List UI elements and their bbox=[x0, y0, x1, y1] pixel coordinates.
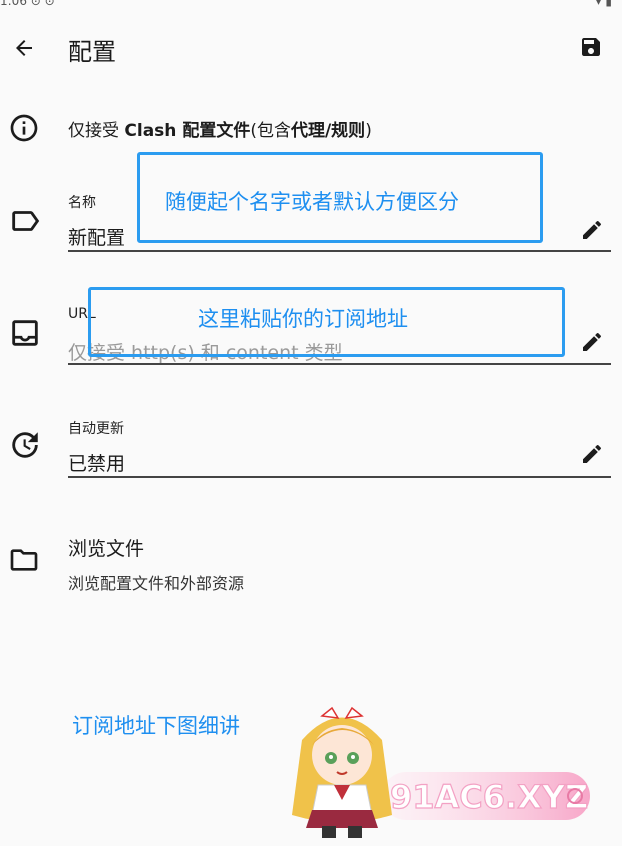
browse-title: 浏览文件 bbox=[68, 538, 145, 560]
folder-icon bbox=[10, 549, 38, 571]
status-bar: 1:06 ⊙ ⊙ ▾ ▮ bbox=[0, 0, 622, 8]
info-icon bbox=[10, 114, 38, 142]
pencil-icon bbox=[583, 220, 602, 239]
update-history-icon bbox=[12, 432, 38, 458]
page-title: 配置 bbox=[68, 38, 116, 66]
auto-update-value[interactable]: 已禁用 bbox=[68, 449, 125, 476]
svg-text:91AC6.XYZ: 91AC6.XYZ bbox=[390, 778, 588, 816]
back-button[interactable] bbox=[8, 32, 40, 64]
name-hint-text: 随便起个名字或者默认方便区分 bbox=[165, 190, 459, 214]
edit-auto-update-button[interactable] bbox=[578, 440, 606, 468]
save-icon bbox=[582, 38, 600, 56]
pencil-icon bbox=[583, 444, 602, 463]
auto-update-label: 自动更新 bbox=[68, 421, 124, 437]
edit-url-button[interactable] bbox=[578, 328, 606, 356]
info-row: 仅接受 Clash 配置文件(包含代理/规则) bbox=[0, 108, 622, 144]
edit-name-button[interactable] bbox=[578, 216, 606, 244]
info-text: 仅接受 Clash 配置文件(包含代理/规则) bbox=[68, 121, 372, 141]
url-underline bbox=[68, 363, 611, 365]
arrow-back-icon bbox=[16, 40, 32, 56]
status-right: ▾ ▮ bbox=[595, 0, 612, 8]
save-button[interactable] bbox=[576, 32, 606, 62]
name-value[interactable]: 新配置 bbox=[68, 223, 125, 250]
footer-note: 订阅地址下图细讲 bbox=[72, 714, 240, 738]
status-left: 1:06 ⊙ ⊙ bbox=[0, 0, 55, 8]
url-hint-text: 这里粘贴你的订阅地址 bbox=[198, 307, 408, 331]
name-label: 名称 bbox=[68, 195, 96, 211]
label-tag-icon bbox=[12, 211, 40, 231]
browse-subtitle: 浏览配置文件和外部资源 bbox=[68, 574, 245, 593]
app-bar: 配置 bbox=[0, 18, 622, 78]
auto-update-field[interactable]: 自动更新 已禁用 bbox=[0, 418, 622, 480]
browse-files-item[interactable]: 浏览文件 浏览配置文件和外部资源 bbox=[0, 530, 622, 600]
name-underline bbox=[68, 250, 611, 252]
auto-update-underline bbox=[68, 476, 611, 478]
watermark-logo: 91AC6.XYZ bbox=[292, 706, 590, 838]
inbox-icon bbox=[12, 320, 38, 346]
pencil-icon bbox=[583, 332, 602, 351]
